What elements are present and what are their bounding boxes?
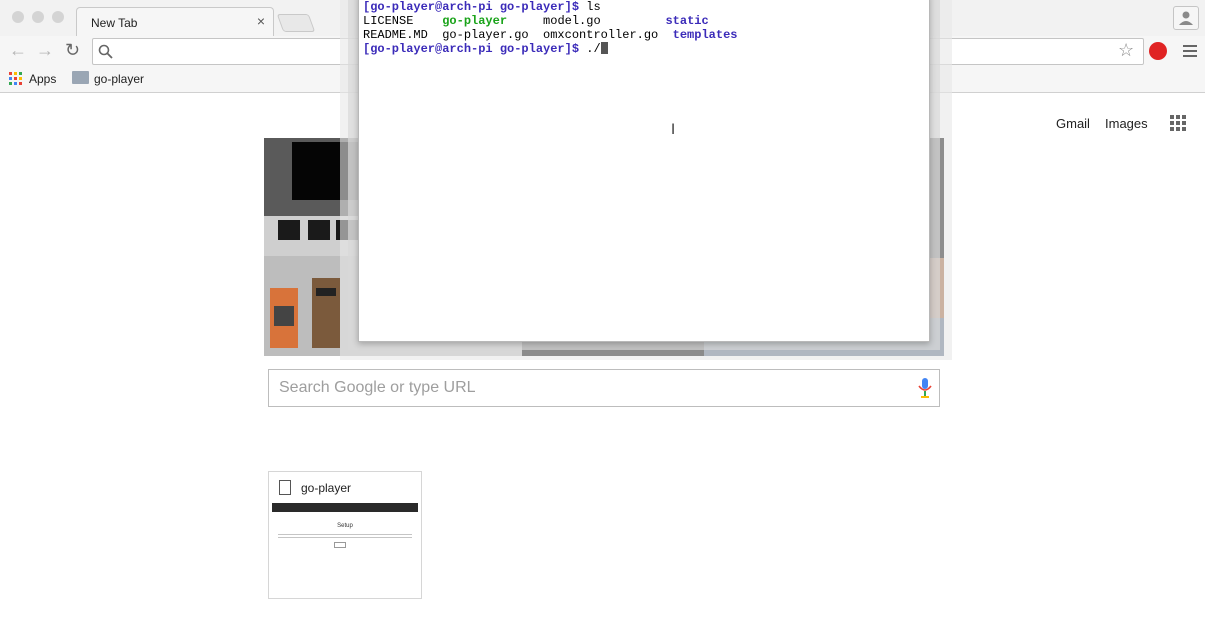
microphone-icon[interactable] (918, 378, 932, 398)
extension-icon[interactable] (1149, 42, 1167, 60)
new-tab-button[interactable] (276, 14, 316, 32)
forward-button[interactable]: → (36, 40, 54, 61)
search-box[interactable] (268, 369, 940, 407)
apps-grid-icon (9, 72, 23, 86)
document-icon (279, 480, 291, 495)
text-cursor-icon: I (671, 122, 676, 138)
thumbnail-text-line (278, 537, 412, 538)
bookmark-apps[interactable]: Apps (29, 72, 56, 86)
gmail-link[interactable]: Gmail (1056, 116, 1090, 131)
google-apps-icon[interactable] (1170, 115, 1186, 131)
search-input[interactable] (269, 370, 899, 406)
terminal-line: README.MD go-player.go omxcontroller.go … (363, 28, 737, 42)
terminal-prompt: [go-player@arch-pi go-player]$ (363, 42, 580, 56)
file-go-player: go-player (442, 14, 508, 28)
thumbnail-heading: Setup (337, 523, 353, 529)
close-window-button[interactable] (12, 11, 24, 23)
terminal-line: [go-player@arch-pi go-player]$ ls (363, 0, 601, 14)
files-readme-row: README.MD go-player.go omxcontroller.go (363, 28, 673, 42)
profile-button[interactable] (1173, 6, 1199, 30)
file-license: LICENSE (363, 14, 443, 28)
tab-title: New Tab (91, 16, 138, 30)
tile-thumbnail: Setup (272, 503, 418, 593)
folder-icon (72, 71, 89, 84)
back-button[interactable]: ← (9, 40, 27, 61)
reload-button[interactable]: ↻ (65, 40, 80, 61)
minimize-window-button[interactable] (32, 11, 44, 23)
terminal-prompt: [go-player@arch-pi go-player]$ (363, 0, 580, 14)
images-link[interactable]: Images (1105, 116, 1148, 131)
thumbnail-text-line (278, 534, 412, 535)
tile-title: go-player (301, 481, 352, 495)
chrome-menu-icon[interactable] (1183, 45, 1197, 60)
file-model-go: model.go (507, 14, 666, 28)
terminal-command: ./ (579, 42, 601, 56)
maximize-window-button[interactable] (52, 11, 64, 23)
bookmark-go-player[interactable]: go-player (94, 72, 144, 86)
terminal-window[interactable]: [go-player@arch-pi go-player]$ ls LICENS… (358, 0, 930, 342)
terminal-line: [go-player@arch-pi go-player]$ ./ (363, 42, 608, 56)
dir-templates: templates (672, 28, 738, 42)
dir-static: static (665, 14, 709, 28)
terminal-cursor (600, 42, 608, 54)
thumbnail-header-bar (272, 503, 418, 512)
most-visited-tile[interactable]: go-player Setup (268, 471, 422, 599)
terminal-command: ls (579, 0, 601, 14)
terminal-line: LICENSE go-player model.go static (363, 14, 709, 28)
search-icon (98, 44, 113, 59)
person-icon (1179, 11, 1193, 25)
bookmark-star-icon[interactable]: ☆ (1118, 40, 1134, 61)
close-tab-icon[interactable]: × (257, 13, 265, 29)
tab-new-tab[interactable]: New Tab × (76, 7, 274, 37)
thumbnail-button (334, 542, 346, 548)
